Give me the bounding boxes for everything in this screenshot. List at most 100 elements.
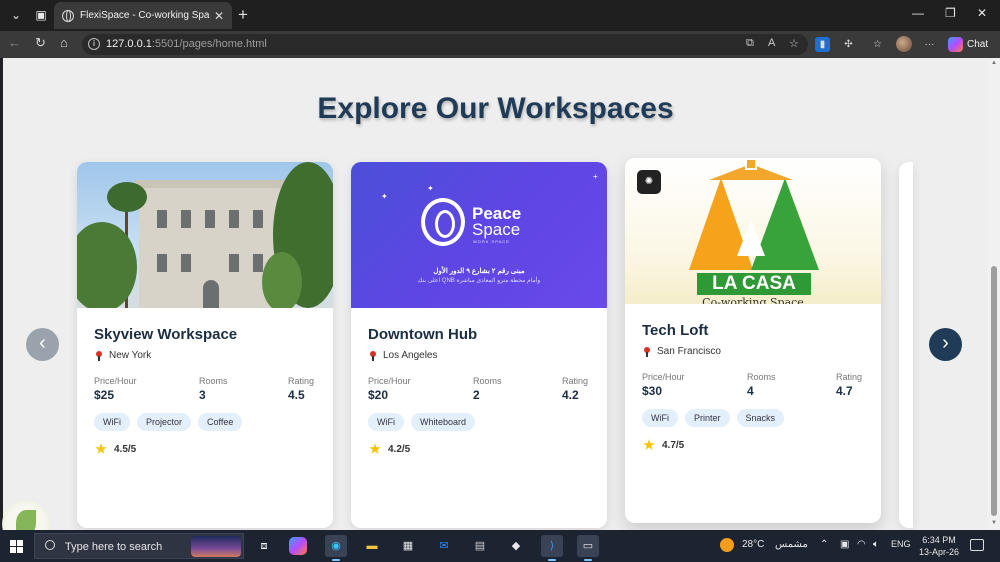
tray-app-icon[interactable]: ▣ (840, 539, 849, 550)
window-restore-icon[interactable]: ❐ (945, 6, 956, 20)
workspace-card[interactable]: Skyview Workspace New York Price/Hour $2… (77, 162, 333, 528)
carousel-next-button[interactable]: › (929, 328, 962, 361)
workspace-photo (77, 162, 333, 308)
microsoft-store-icon[interactable]: ▦ (397, 535, 419, 557)
amenity-tag: WiFi (368, 413, 404, 431)
brand-tag: WORK SPACE (473, 239, 510, 244)
workspace-location: New York (109, 350, 152, 361)
copilot-chat-button[interactable]: Chat (948, 35, 988, 54)
rooms-value: 2 (473, 388, 480, 402)
workspace-location: San Francisco (657, 346, 721, 357)
more-menu-icon[interactable]: ··· (922, 37, 937, 52)
outlook-icon[interactable]: ✉ (433, 535, 455, 557)
workspace-card-partial[interactable] (899, 162, 913, 528)
amenity-tag: Projector (137, 413, 192, 431)
read-aloud-icon[interactable]: A (768, 37, 775, 49)
wifi-icon[interactable]: ◠ (857, 539, 866, 550)
workspace-name: Downtown Hub (368, 326, 478, 343)
workspace-card[interactable]: ✦ + ✦ Peace Space WORK SPACE مبنى رقم ٢ … (351, 162, 607, 528)
workspace-photo: LA CASA Co-working Space ✺ (625, 158, 881, 304)
amenity-tag: Snacks (736, 409, 785, 427)
weather-description[interactable]: مشمس (775, 539, 808, 550)
tab-close-icon[interactable]: ✕ (214, 9, 224, 23)
site-info-icon[interactable]: i (88, 38, 100, 50)
volume-icon[interactable]: 🔈︎ (873, 539, 879, 550)
taskbar-search-input[interactable]: Type here to search (34, 533, 244, 559)
terminal-icon[interactable]: ▭ (577, 535, 599, 561)
scroll-up-icon[interactable]: ▲ (991, 60, 997, 66)
sparkle-icon: ✦ (381, 192, 388, 201)
scrollbar-thumb[interactable] (991, 266, 997, 516)
browser-tab-strip: ⌄ ▣ FlexiSpace - Co-working Spaces ✕ + —… (0, 0, 1000, 31)
vscode-icon[interactable]: ⟩ (541, 535, 563, 561)
profile-avatar[interactable] (896, 36, 912, 52)
weather-sun-icon[interactable] (720, 538, 734, 552)
extensions-puzzle-icon[interactable]: ✣ (841, 37, 856, 52)
star-icon (95, 443, 107, 454)
amenity-tags: WiFi Projector Coffee (94, 413, 243, 431)
refresh-icon[interactable]: ↻ (35, 35, 46, 51)
task-view-icon[interactable]: ⧈ (253, 535, 275, 557)
tray-chevron-up-icon[interactable]: ⌃ (820, 539, 828, 550)
notification-icon[interactable] (970, 539, 984, 551)
copilot-icon (948, 37, 963, 52)
location-pin-icon (96, 351, 102, 361)
price-value: $25 (94, 388, 115, 402)
edge-browser-icon[interactable]: ◉ (325, 535, 347, 561)
page-title: Explore Our Workspaces (317, 92, 674, 125)
clock-date: 13-Apr-26 (918, 547, 960, 557)
house-window-icon (745, 158, 757, 170)
rating-summary: 4.2/5 (388, 444, 411, 455)
weather-temperature[interactable]: 28°C (742, 539, 764, 550)
search-icon (45, 540, 55, 550)
tab-actions-chevron-icon[interactable]: ⌄ (5, 5, 27, 25)
workspace-location: Los Angeles (383, 350, 438, 361)
file-explorer-icon[interactable]: ▬ (361, 535, 383, 557)
address-bar[interactable]: i 127.0.0.1:5501/pages/home.html ⧉ A ☆ (82, 34, 808, 55)
copilot-taskbar-icon[interactable] (289, 537, 307, 555)
sparkle-icon: ✦ (427, 184, 434, 193)
language-indicator[interactable]: ENG (891, 539, 911, 549)
rating-summary: 4.5/5 (114, 444, 137, 455)
price-value: $20 (368, 388, 389, 402)
page-scrollbar[interactable]: ▲ ▼ (988, 58, 1000, 530)
price-value: $30 (642, 384, 663, 398)
network-app-icon[interactable]: ▤ (469, 535, 491, 557)
rating-value: 4.7 (836, 384, 853, 398)
workspace-card[interactable]: LA CASA Co-working Space ✺ Tech Loft San… (625, 158, 881, 523)
windows-taskbar: Type here to search ⧈ ◉ ▬ ▦ ✉ ▤ ◆ ⟩ ▭ 28… (0, 530, 1000, 562)
workspace-name: Skyview Workspace (94, 326, 238, 343)
new-tab-plus-icon[interactable]: + (238, 5, 248, 25)
rating-summary: 4.7/5 (662, 440, 685, 451)
workspaces-icon[interactable]: ▣ (30, 5, 52, 25)
star-icon (643, 439, 655, 450)
browser-toolbar: ← ↻ ⌂ i 127.0.0.1:5501/pages/home.html ⧉… (0, 31, 1000, 58)
rooms-label: Rooms (199, 376, 228, 386)
chat-label: Chat (967, 39, 989, 50)
amenity-tag: Whiteboard (411, 413, 476, 431)
browser-tab-active[interactable]: FlexiSpace - Co-working Spaces ✕ (54, 2, 232, 29)
address-line-2: اعلى بنك QNB وأمام محطة مترو المعادى مبا… (417, 278, 541, 284)
home-icon[interactable]: ⌂ (60, 35, 68, 50)
taskbar-clock[interactable]: 6:34 PM 13-Apr-26 (914, 534, 964, 558)
workspace-photo: ✦ + ✦ Peace Space WORK SPACE مبنى رقم ٢ … (351, 162, 607, 308)
extension-shield-icon[interactable]: ▮ (815, 37, 830, 52)
windows-start-icon[interactable] (10, 540, 23, 553)
cube-app-icon[interactable]: ◆ (505, 535, 527, 557)
tab-title: FlexiSpace - Co-working Spaces (80, 10, 210, 21)
sparkle-icon: + (593, 172, 598, 181)
price-label: Price/Hour (368, 376, 411, 386)
rooms-label: Rooms (747, 372, 776, 382)
carousel-prev-button[interactable]: ‹ (26, 328, 59, 361)
scroll-down-icon[interactable]: ▼ (991, 520, 997, 526)
favorite-star-icon[interactable]: ☆ (789, 37, 799, 50)
translate-icon[interactable]: ⧉ (746, 37, 754, 50)
back-arrow-icon[interactable]: ← (8, 35, 21, 50)
window-close-icon[interactable]: ✕ (977, 6, 987, 20)
window-minimize-icon[interactable]: — (912, 6, 924, 20)
favorites-icon[interactable]: ☆ (870, 37, 885, 52)
amenity-tag: Coffee (198, 413, 243, 431)
amenity-tag: WiFi (94, 413, 130, 431)
brain-badge-icon: ✺ (637, 170, 661, 194)
amenity-tags: WiFi Printer Snacks (642, 409, 785, 427)
